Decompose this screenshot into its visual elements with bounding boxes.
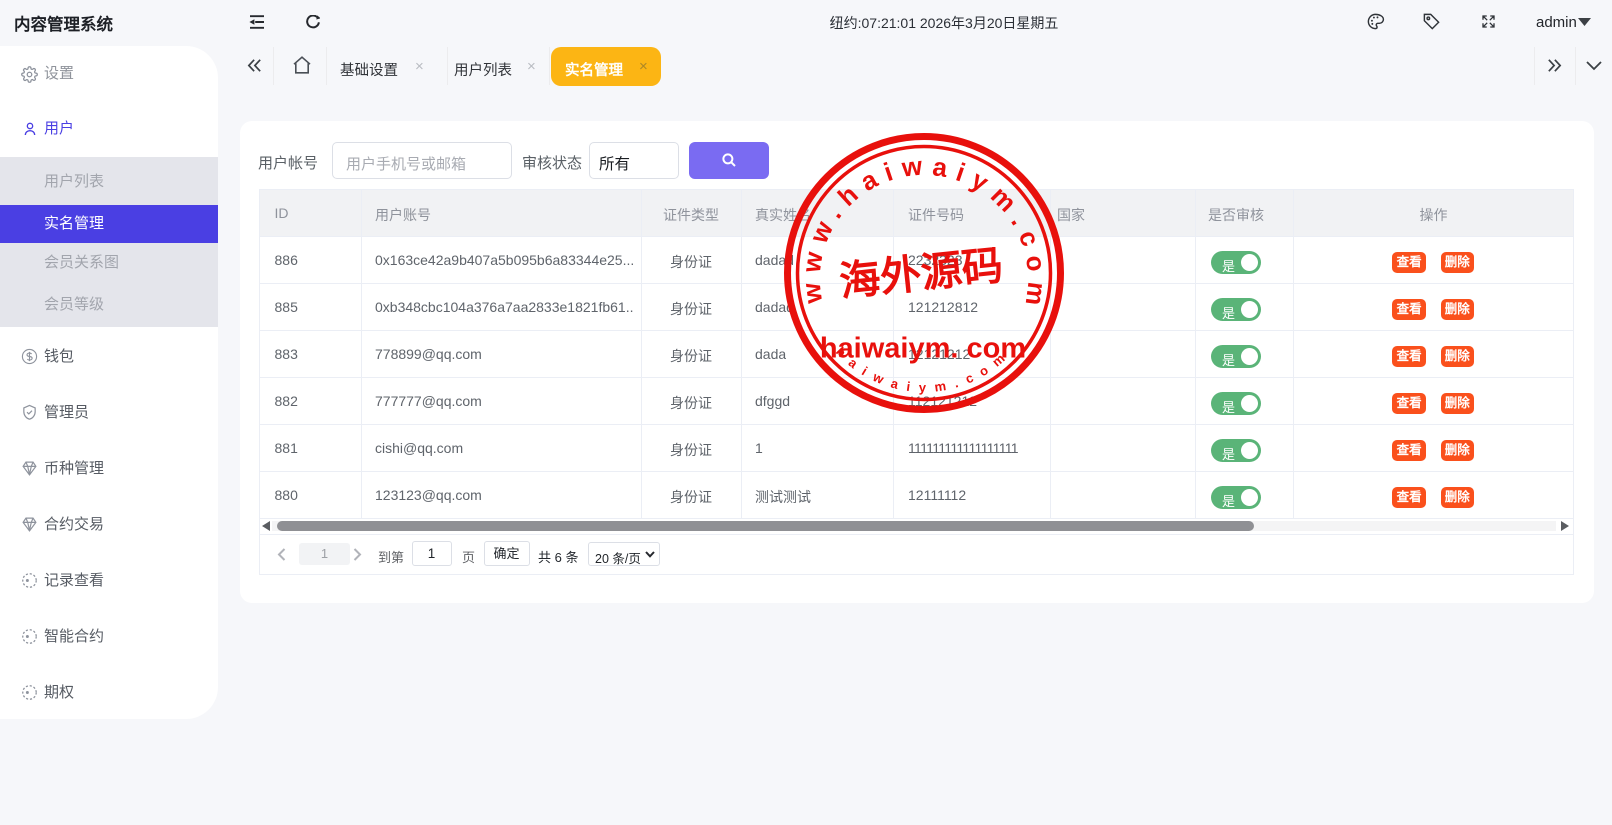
- svg-text:海外源码: 海外源码: [837, 242, 1005, 305]
- svg-text:haiwaiym. com: haiwaiym. com: [820, 332, 1026, 364]
